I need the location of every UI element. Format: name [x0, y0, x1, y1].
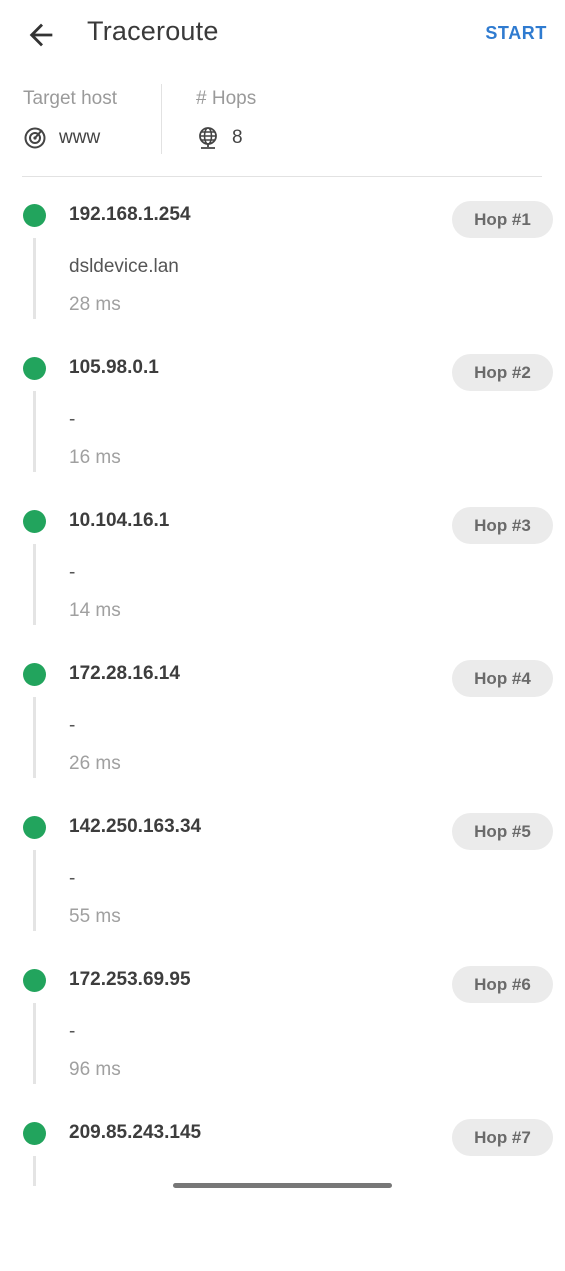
hop-ip: 192.168.1.254: [69, 204, 191, 225]
start-button[interactable]: START: [485, 23, 547, 44]
hop-latency: 16 ms: [69, 447, 121, 468]
timeline-connector: [33, 1156, 36, 1186]
hop-number-chip: Hop #3: [452, 507, 553, 544]
target-host-value[interactable]: www: [23, 126, 100, 150]
hop-number-chip: Hop #5: [452, 813, 553, 850]
hop-hostname: -: [69, 409, 76, 430]
hop-ip: 209.85.243.145: [69, 1122, 202, 1143]
hop-latency: 28 ms: [69, 294, 121, 315]
timeline-connector: [33, 238, 36, 319]
hop-list: 192.168.1.254 dsldevice.lan 28 ms Hop #1…: [0, 200, 565, 1271]
status-dot-icon: [23, 510, 46, 533]
target-host-label: Target host: [23, 88, 117, 109]
hop-latency: 26 ms: [69, 753, 121, 774]
hop-hostname: -: [69, 562, 76, 583]
hop-hostname: -: [69, 1021, 76, 1042]
hop-item[interactable]: 105.98.0.1 - 16 ms Hop #2: [0, 353, 565, 506]
hops-label: # Hops: [196, 88, 257, 109]
hop-hostname: dsldevice.lan: [69, 256, 179, 277]
hop-ip: 172.253.69.95: [69, 969, 191, 990]
hop-number-chip: Hop #6: [452, 966, 553, 1003]
hop-number-chip: Hop #4: [452, 660, 553, 697]
hop-item[interactable]: 192.168.1.254 dsldevice.lan 28 ms Hop #1: [0, 200, 565, 353]
status-dot-icon: [23, 357, 46, 380]
timeline-connector: [33, 850, 36, 931]
hop-hostname: -: [69, 868, 76, 889]
hop-number-chip: Hop #7: [452, 1119, 553, 1156]
back-arrow-icon[interactable]: [24, 18, 58, 52]
status-dot-icon: [23, 663, 46, 686]
summary-panel: Target host www # Hops 8: [0, 80, 565, 176]
hop-number-chip: Hop #1: [452, 201, 553, 238]
timeline-connector: [33, 544, 36, 625]
gesture-navigation-bar[interactable]: [173, 1183, 392, 1188]
page-title: Traceroute: [87, 16, 219, 46]
hop-ip: 105.98.0.1: [69, 357, 159, 378]
globe-icon: [199, 127, 217, 149]
status-dot-icon: [23, 204, 46, 227]
hop-item[interactable]: 209.85.243.145 Hop #7: [0, 1118, 565, 1271]
app-bar: Traceroute START: [0, 0, 565, 68]
timeline-connector: [33, 391, 36, 472]
hops-value: 8: [196, 126, 243, 150]
header-divider: [22, 176, 542, 177]
hop-ip: 172.28.16.14: [69, 663, 180, 684]
hop-latency: 14 ms: [69, 600, 121, 621]
hop-hostname: -: [69, 715, 76, 736]
hop-item[interactable]: 142.250.163.34 - 55 ms Hop #5: [0, 812, 565, 965]
hop-ip: 10.104.16.1: [69, 510, 170, 531]
summary-divider: [161, 84, 162, 154]
hop-item[interactable]: 172.253.69.95 - 96 ms Hop #6: [0, 965, 565, 1118]
timeline-connector: [33, 1003, 36, 1084]
timeline-connector: [33, 697, 36, 778]
status-dot-icon: [23, 816, 46, 839]
hop-latency: 96 ms: [69, 1059, 121, 1080]
target-host-text: www: [59, 127, 101, 148]
hop-number-chip: Hop #2: [452, 354, 553, 391]
hop-item[interactable]: 172.28.16.14 - 26 ms Hop #4: [0, 659, 565, 812]
status-dot-icon: [23, 1122, 46, 1145]
hop-ip: 142.250.163.34: [69, 816, 202, 837]
target-icon: [24, 127, 46, 149]
hop-item[interactable]: 10.104.16.1 - 14 ms Hop #3: [0, 506, 565, 659]
status-dot-icon: [23, 969, 46, 992]
hops-count: 8: [232, 127, 243, 148]
hop-latency: 55 ms: [69, 906, 121, 927]
